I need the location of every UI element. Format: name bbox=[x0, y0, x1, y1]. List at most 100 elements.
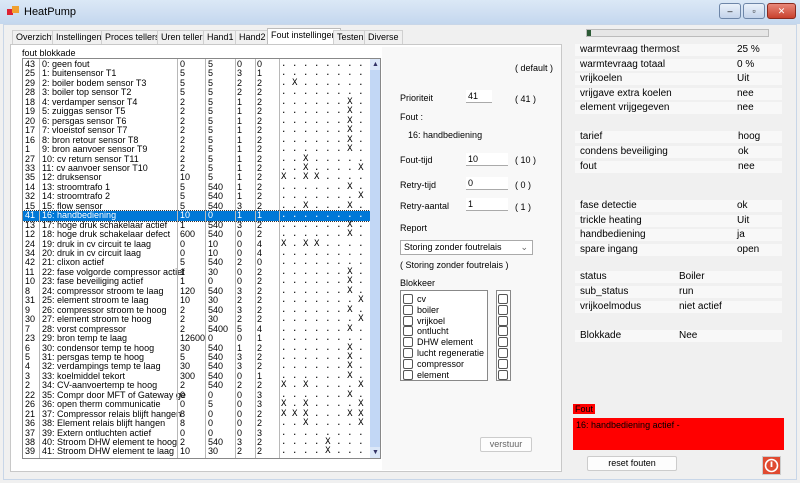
checkbox-vrijkoel[interactable] bbox=[403, 315, 413, 326]
tab-testen[interactable]: Testen bbox=[333, 30, 368, 44]
progress-bar bbox=[586, 29, 769, 37]
retry-aantal-input[interactable] bbox=[466, 198, 508, 211]
status-value: open bbox=[737, 243, 760, 255]
status-value: 0 % bbox=[737, 58, 755, 70]
checkbox-compressor[interactable] bbox=[403, 358, 413, 369]
status-value: 25 % bbox=[737, 44, 760, 55]
retry-tijd-default: ( 0 ) bbox=[515, 180, 532, 190]
retry-aantal-label: Retry-aantal bbox=[400, 201, 450, 211]
checkbox-label: compressor bbox=[417, 358, 465, 369]
column-divider bbox=[177, 59, 178, 458]
checkbox-cv[interactable] bbox=[403, 294, 413, 304]
tab-proces-tellers[interactable]: Proces tellers bbox=[101, 30, 164, 44]
tab-instellingen[interactable]: Instellingen bbox=[52, 30, 106, 44]
retry-tijd-input[interactable] bbox=[466, 177, 508, 190]
verstuur-button[interactable]: verstuur bbox=[480, 437, 532, 452]
reset-fouten-button[interactable]: reset fouten bbox=[587, 456, 677, 471]
scrollbar[interactable]: ▲ ▼ bbox=[370, 59, 380, 458]
status-value: ok bbox=[737, 200, 748, 211]
tab-diverse[interactable]: Diverse bbox=[364, 30, 403, 44]
fout-label: Fout : bbox=[400, 112, 424, 122]
blokkeer-checklist[interactable]: cv boiler vrijkoel ontlucht DHW element lucht… bbox=[400, 290, 488, 381]
fout-blokkade-list[interactable]: 43 0: geen fout 0 5 0 0........ 25 1: buitensen… bbox=[22, 58, 381, 459]
checkbox-secondary[interactable] bbox=[498, 369, 508, 380]
checkbox-secondary[interactable] bbox=[498, 358, 508, 369]
maximize-button[interactable]: ▫ bbox=[743, 3, 765, 19]
status-label: condens beveiliging bbox=[580, 146, 668, 157]
status-value: Nee bbox=[679, 330, 698, 341]
window-title: HeatPump bbox=[24, 6, 76, 18]
list-row[interactable]: 39 41: Stroom DHW element te laag 10 30 2 2..… bbox=[23, 446, 370, 457]
checkbox-ontlucht[interactable] bbox=[403, 326, 413, 337]
progress-fill bbox=[587, 30, 591, 36]
tab-hand2[interactable]: Hand2 bbox=[235, 30, 270, 44]
prioriteit-label: Prioriteit bbox=[400, 93, 434, 103]
app-icon bbox=[7, 6, 19, 15]
prioriteit-input[interactable] bbox=[466, 90, 492, 103]
checkbox-secondary[interactable] bbox=[498, 315, 508, 326]
checkbox-label: DHW element bbox=[417, 337, 474, 348]
cell: 2 bbox=[237, 446, 243, 457]
fout-tijd-input[interactable] bbox=[466, 153, 508, 166]
checkbox-secondary[interactable] bbox=[498, 294, 508, 304]
checkbox-lucht-regeneratie[interactable] bbox=[403, 348, 413, 358]
blokkeer-checklist-2[interactable] bbox=[496, 290, 511, 381]
fout-header: Fout bbox=[573, 404, 596, 414]
cell: 39 bbox=[25, 446, 36, 457]
checkbox-secondary[interactable] bbox=[498, 337, 508, 348]
status-value: ja bbox=[737, 229, 745, 240]
fout-blokkade-label: fout blokkade bbox=[22, 48, 76, 58]
report-select[interactable]: Storing zonder foutrelais ⌄ bbox=[400, 240, 533, 255]
status-value: niet actief bbox=[679, 301, 722, 312]
status-label: fout bbox=[580, 161, 597, 172]
checkbox-label: ontlucht bbox=[417, 326, 449, 337]
status-row: trickle heating Uit bbox=[575, 214, 782, 227]
status-label: Blokkade bbox=[580, 330, 622, 341]
status-row: warmtevraag thermost 25 % bbox=[575, 44, 782, 56]
checkbox-secondary[interactable] bbox=[498, 304, 508, 315]
checkbox-DHW-element[interactable] bbox=[403, 337, 413, 348]
fout-tijd-label: Fout-tijd bbox=[400, 155, 433, 165]
checkbox-secondary[interactable] bbox=[498, 348, 508, 358]
fout-tijd-default: ( 10 ) bbox=[515, 155, 537, 165]
scroll-down-icon[interactable]: ▼ bbox=[370, 447, 380, 458]
status-label: handbediening bbox=[580, 229, 646, 240]
tab-hand1[interactable]: Hand1 bbox=[203, 30, 238, 44]
column-divider bbox=[39, 59, 40, 458]
cell: 41: Stroom DHW element te laag bbox=[42, 446, 175, 457]
status-label: element vrijgegeven bbox=[580, 102, 670, 113]
status-value: hoog bbox=[738, 131, 761, 142]
status-label: fase detectie bbox=[580, 200, 637, 211]
checkbox-secondary[interactable] bbox=[498, 326, 508, 337]
status-label: tarief bbox=[580, 131, 603, 142]
status-row: vrijgave extra koelen nee bbox=[575, 87, 782, 100]
status-row: warmtevraag totaal 0 % bbox=[575, 58, 782, 71]
checkbox-boiler[interactable] bbox=[403, 304, 413, 315]
column-divider bbox=[205, 59, 206, 458]
default-label: ( default ) bbox=[515, 63, 554, 73]
checkbox-label: lucht regeneratie bbox=[417, 348, 485, 358]
status-row: status Boiler bbox=[575, 271, 782, 283]
tab-fout-instellingen[interactable]: Fout instellingen bbox=[267, 28, 341, 45]
report-default: ( Storing zonder foutrelais ) bbox=[400, 260, 509, 270]
status-row: tarief hoog bbox=[575, 131, 782, 143]
cell: 10 bbox=[180, 446, 191, 457]
minimize-button[interactable]: – bbox=[719, 3, 741, 19]
fout-message: 16: handbediening actief - bbox=[573, 418, 784, 450]
status-value: Uit bbox=[737, 214, 750, 226]
power-button[interactable] bbox=[762, 456, 781, 475]
status-row: spare ingang open bbox=[575, 243, 782, 256]
status-label: spare ingang bbox=[580, 243, 638, 255]
status-label: warmtevraag totaal bbox=[580, 58, 666, 70]
status-row: sub_status run bbox=[575, 286, 782, 298]
blokkeer-label: Blokkeer bbox=[400, 278, 436, 288]
status-label: vrijkoelmodus bbox=[580, 301, 642, 312]
checkbox-label: element bbox=[417, 369, 450, 380]
status-value: nee bbox=[737, 102, 754, 113]
scroll-up-icon[interactable]: ▲ bbox=[370, 59, 380, 70]
checkbox-element[interactable] bbox=[403, 369, 413, 380]
report-label: Report bbox=[400, 223, 428, 233]
status-row: vrijkoelmodus niet actief bbox=[575, 301, 782, 313]
close-button[interactable]: ✕ bbox=[767, 3, 796, 19]
column-divider bbox=[235, 59, 236, 458]
